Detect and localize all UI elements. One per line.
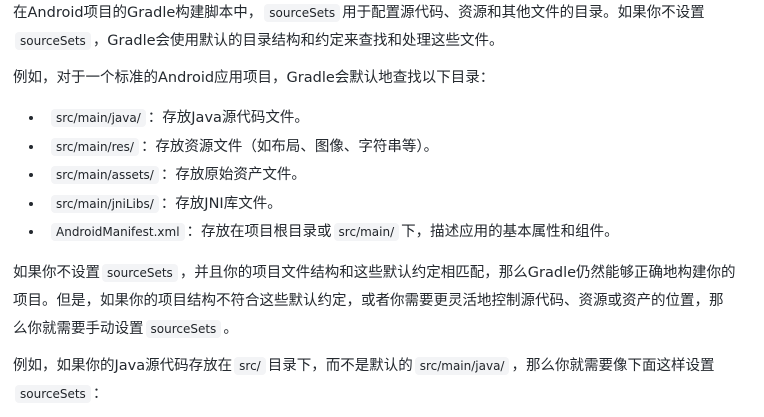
example-paragraph: 例如，对于一个标准的Android应用项目，Gradle会默认地查找以下目录： <box>13 64 494 92</box>
bullet-icon <box>29 230 33 234</box>
list-item: src/main/res/：存放资源文件（如布局、图像、字符串等）。 <box>13 133 619 162</box>
inline-code: src/main/jniLibs/ <box>51 194 159 213</box>
list-item: src/main/jniLibs/：存放JNI库文件。 <box>13 190 619 219</box>
bullet-icon <box>29 201 33 206</box>
inline-code: sourceSets <box>264 4 341 22</box>
inline-code: AndroidManifest.xml <box>51 223 185 241</box>
bullet-icon <box>29 144 33 149</box>
inline-code: src/main/res/ <box>51 137 139 156</box>
text-segment: ： <box>92 386 108 402</box>
list-item: src/main/assets/：存放原始资产文件。 <box>13 161 619 190</box>
default-directories-list: src/main/java/：存放Java源代码文件。 src/main/res… <box>13 104 619 247</box>
inline-code: sourceSets <box>145 320 222 338</box>
inline-code: src/ <box>234 357 266 375</box>
list-item-text: ：存放Java源代码文件。 <box>147 110 309 126</box>
list-item-text: 下，描述应用的基本属性和组件。 <box>401 224 619 240</box>
text-segment: 项目。但是，如果你的项目结构不符合这些默认约定，或者你需要更灵活地控制源代码、资… <box>13 293 724 309</box>
list-item: AndroidManifest.xml ：存放在项目根目录或 src/main/下，… <box>13 218 619 247</box>
text-segment: 目录下，而不是默认的 <box>267 358 413 374</box>
text-segment: ，并且你的项目文件结构和这些默认约定相匹配，那么Gradle仍然能够正确地构建你… <box>179 265 736 281</box>
custom-example-line-1: 例如，如果你的Java源代码存放在 src/目录下，而不是默认的 src/main/… <box>13 352 714 380</box>
text-segment: ，Gradle会使用默认的目录结构和约定来查找和处理这些文件。 <box>92 33 504 49</box>
list-item-text: ：存放在项目根目录或 <box>186 224 332 240</box>
text-segment: 在Android项目的Gradle构建脚本中， <box>13 5 263 21</box>
intro-paragraph: 在Android项目的Gradle构建脚本中， sourceSets 用于配置源代码… <box>13 0 705 55</box>
intro-line-1: 在Android项目的Gradle构建脚本中， sourceSets 用于配置源代码… <box>13 0 705 27</box>
text-segment: ，那么你就需要像下面这样设置 <box>511 358 715 374</box>
inline-code: src/main/assets/ <box>51 166 159 184</box>
explanation-paragraph: 如果你不设置 sourceSets ，并且你的项目文件结构和这些默认约定相匹配，那么… <box>13 259 736 343</box>
inline-code: src/main/java/ <box>51 109 146 127</box>
text-segment: 么你就需要手动设置 <box>13 321 144 337</box>
text-segment: 例如，如果你的Java源代码存放在 <box>13 358 233 374</box>
inline-code: sourceSets <box>15 32 91 50</box>
inline-code: src/main/java/ <box>414 357 510 375</box>
list-item-text: ：存放JNI库文件。 <box>160 195 282 212</box>
list-item: src/main/java/：存放Java源代码文件。 <box>13 104 619 133</box>
bullet-icon <box>29 173 33 177</box>
text-segment: 如果你不设置 <box>13 265 100 281</box>
bullet-icon <box>29 116 33 120</box>
list-item-text: ：存放原始资产文件。 <box>160 167 306 183</box>
list-item-text: ：存放资源文件（如布局、图像、字符串等）。 <box>140 138 439 155</box>
intro-line-2: sourceSets ，Gradle会使用默认的目录结构和约定来查找和处理这些文件… <box>13 27 705 55</box>
inline-code: sourceSets <box>102 264 178 282</box>
explanation-line-3: 么你就需要手动设置 sourceSets。 <box>13 315 736 343</box>
inline-code: sourceSets <box>15 385 91 403</box>
explanation-line-2: 项目。但是，如果你的项目结构不符合这些默认约定，或者你需要更灵活地控制源代码、资… <box>13 287 736 315</box>
text-segment: 例如，对于一个标准的Android应用项目，Gradle会默认地查找以下目录： <box>13 70 495 86</box>
text-segment: 用于配置源代码、资源和其他文件的目录。如果你不设置 <box>342 5 705 21</box>
custom-example-line-2: sourceSets： <box>13 380 714 408</box>
custom-example-paragraph: 例如，如果你的Java源代码存放在 src/目录下，而不是默认的 src/main/… <box>13 352 714 408</box>
explanation-line-1: 如果你不设置 sourceSets ，并且你的项目文件结构和这些默认约定相匹配，那么… <box>13 259 736 287</box>
inline-code: src/main/ <box>333 223 400 241</box>
text-segment: 。 <box>223 321 238 337</box>
